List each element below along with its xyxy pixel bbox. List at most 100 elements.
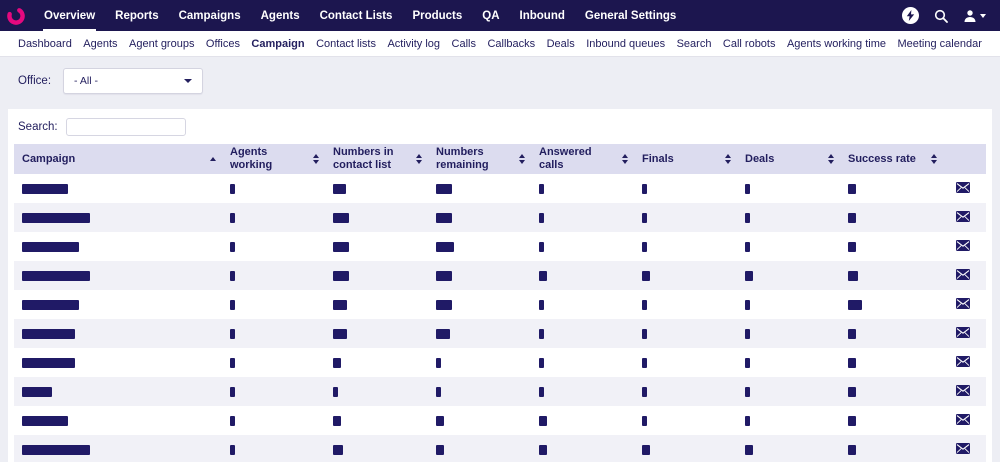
search-icon[interactable] [934,9,948,23]
topnav-item-general-settings[interactable]: General Settings [575,0,686,31]
sort-both-icon[interactable] [519,154,525,164]
sort-both-icon[interactable] [416,154,422,164]
redacted-value [333,270,349,281]
column-label: Numbers in contact list [333,146,394,171]
redacted-value [642,299,647,310]
redacted-value [230,415,235,426]
bolt-icon[interactable] [902,7,919,24]
redacted-value [848,357,856,368]
column-header-success-rate[interactable]: Success rate [840,144,943,174]
subnav-item-inbound-queues[interactable]: Inbound queues [586,38,665,50]
email-icon[interactable] [955,384,970,396]
subnav-item-activity-log[interactable]: Activity log [387,38,440,50]
subnav-item-offices[interactable]: Offices [206,38,240,50]
table-row[interactable] [14,174,986,203]
redacted-value [436,212,452,223]
subnav-item-deals[interactable]: Deals [547,38,575,50]
column-header-deals[interactable]: Deals [737,144,840,174]
redacted-campaign-name [22,183,68,194]
redacted-value [436,328,450,339]
search-input[interactable] [65,118,186,136]
table-row[interactable] [14,377,986,406]
sort-both-icon[interactable] [828,154,834,164]
subnav-item-agents-working-time[interactable]: Agents working time [787,38,886,50]
table-row[interactable] [14,232,986,261]
email-icon[interactable] [955,355,970,367]
app-logo[interactable] [0,0,32,31]
topnav-item-qa[interactable]: QA [472,0,509,31]
table-row[interactable] [14,290,986,319]
subnav-item-agents[interactable]: Agents [83,38,117,50]
subnav-item-search[interactable]: Search [677,38,712,50]
redacted-value [848,415,856,426]
table-row[interactable] [14,203,986,232]
column-header-numbers-in-contact-list[interactable]: Numbers in contact list [325,144,428,174]
column-header-finals[interactable]: Finals [634,144,737,174]
email-icon[interactable] [955,413,970,425]
subnav-item-callbacks[interactable]: Callbacks [487,38,535,50]
redacted-value [745,299,750,310]
redacted-value [436,183,452,194]
redacted-value [848,270,858,281]
sort-both-icon[interactable] [622,154,628,164]
redacted-value [642,270,650,281]
table-row[interactable] [14,406,986,435]
redacted-value [436,299,452,310]
redacted-campaign-name [22,357,75,368]
redacted-value [333,328,347,339]
redacted-value [230,386,235,397]
redacted-value [642,183,647,194]
redacted-value [539,357,544,368]
office-select[interactable]: - All - [63,68,204,94]
redacted-value [333,444,343,455]
email-icon[interactable] [955,239,970,251]
email-icon[interactable] [955,326,970,338]
table-row[interactable] [14,319,986,348]
subnav-item-call-robots[interactable]: Call robots [723,38,776,50]
redacted-campaign-name [22,415,68,426]
redacted-value [642,444,650,455]
topnav-item-agents[interactable]: Agents [251,0,310,31]
column-label: Campaign [22,152,76,165]
sort-both-icon[interactable] [931,154,937,164]
topnav-item-inbound[interactable]: Inbound [510,0,575,31]
table-row[interactable] [14,261,986,290]
redacted-value [848,328,856,339]
redacted-value [745,241,750,252]
topnav-items: Overview Reports Campaigns Agents Contact Li… [34,0,686,31]
subnav-item-meeting-calendar[interactable]: Meeting calendar [897,38,981,50]
topnav-item-reports[interactable]: Reports [105,0,168,31]
table-row[interactable] [14,435,986,462]
column-header-agents-working[interactable]: Agents working [222,144,325,174]
redacted-value [436,357,441,368]
topnav-item-overview[interactable]: Overview [34,0,105,31]
email-icon[interactable] [955,297,970,309]
sort-both-icon[interactable] [725,154,731,164]
topnav-item-contact-lists[interactable]: Contact Lists [310,0,403,31]
column-header-numbers-remaining[interactable]: Numbers remaining [428,144,531,174]
redacted-value [745,415,750,426]
subnav-item-dashboard[interactable]: Dashboard [18,38,72,50]
subnav-item-calls[interactable]: Calls [452,38,476,50]
sort-asc-icon[interactable] [210,157,216,161]
email-icon[interactable] [955,181,970,193]
table-row[interactable] [14,348,986,377]
email-icon[interactable] [955,442,970,454]
redacted-value [230,212,235,223]
redacted-value [333,183,346,194]
subnav-item-contact-lists[interactable]: Contact lists [316,38,376,50]
email-icon[interactable] [955,210,970,222]
subnav-item-campaign[interactable]: Campaign [251,38,304,50]
column-label: Deals [745,152,775,165]
redacted-value [230,328,235,339]
sort-both-icon[interactable] [313,154,319,164]
user-menu-icon[interactable] [963,9,986,23]
filter-bar: Office: - All - [0,57,1000,105]
column-header-campaign[interactable]: Campaign [14,144,222,174]
subnav-item-agent-groups[interactable]: Agent groups [129,38,194,50]
redacted-campaign-name [22,241,79,252]
topnav-item-campaigns[interactable]: Campaigns [169,0,251,31]
topnav-item-products[interactable]: Products [402,0,472,31]
column-header-answered-calls[interactable]: Answered calls [531,144,634,174]
email-icon[interactable] [955,268,970,280]
